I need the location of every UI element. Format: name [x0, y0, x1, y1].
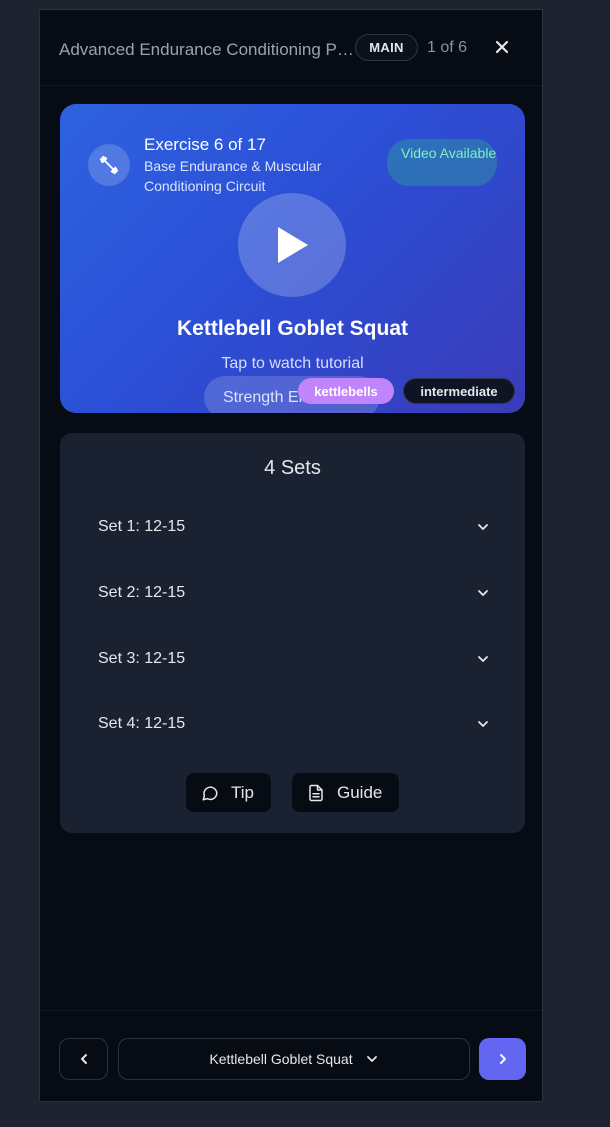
chevron-down-icon [366, 1056, 377, 1062]
next-button[interactable] [479, 1038, 526, 1080]
close-icon [495, 40, 509, 54]
tag-intermediate: intermediate [403, 378, 515, 404]
play-button[interactable] [238, 193, 346, 297]
sets-card: 4 Sets Set 1: 12-15 Set 2: 12-15 Set 3: … [60, 433, 525, 833]
chevron-down-icon [478, 524, 488, 530]
guide-label: Guide [337, 782, 383, 802]
exercise-count: Exercise 6 of 17 [144, 135, 266, 154]
previous-button[interactable] [59, 1038, 108, 1080]
set-row-4[interactable]: Set 4: 12-15 [98, 704, 490, 744]
guide-button[interactable]: Guide [292, 773, 399, 812]
set-label: Set 2: 12-15 [98, 584, 186, 601]
set-row-2[interactable]: Set 2: 12-15 [98, 573, 490, 613]
navigation-footer: Kettlebell Goblet Squat [40, 1010, 542, 1101]
set-row-3[interactable]: Set 3: 12-15 [98, 639, 490, 679]
chevron-down-icon [478, 721, 488, 727]
document-icon [309, 784, 323, 801]
chevron-right-icon [499, 1054, 506, 1064]
exercise-name: Kettlebell Goblet Squat [176, 317, 409, 340]
exercise-modal: Advanced Endurance Conditioning Program … [39, 9, 543, 1102]
set-label: Set 1: 12-15 [98, 518, 186, 535]
tap-hint: Tap to watch tutorial [221, 355, 364, 372]
circuit-name: Base Endurance & Muscular Conditioning C… [144, 158, 322, 194]
set-label: Set 3: 12-15 [98, 650, 186, 667]
main-badge: MAIN [355, 34, 418, 61]
message-circle-icon [202, 785, 218, 800]
play-icon [278, 227, 308, 263]
chevron-left-icon [80, 1054, 87, 1064]
modal-header: Advanced Endurance Conditioning Program … [40, 10, 542, 86]
chevron-down-icon [478, 590, 488, 596]
program-title: Advanced Endurance Conditioning Program [59, 40, 354, 59]
video-available-badge: Video Available [387, 139, 497, 186]
set-label: Set 4: 12-15 [98, 715, 186, 732]
tip-label: Tip [231, 782, 254, 802]
video-hero-card[interactable]: Exercise 6 of 17 Base Endurance & Muscul… [60, 104, 525, 413]
exercise-counter: 1 of 6 [427, 39, 468, 56]
tip-button[interactable]: Tip [186, 773, 271, 812]
chevron-down-icon [478, 656, 488, 662]
close-button[interactable] [490, 35, 514, 59]
tag-kettlebells: kettlebells [298, 378, 394, 404]
set-row-1[interactable]: Set 1: 12-15 [98, 507, 490, 547]
exercise-select[interactable]: Kettlebell Goblet Squat [118, 1038, 470, 1080]
selected-exercise-label: Kettlebell Goblet Squat [209, 1051, 353, 1067]
sets-title: 4 Sets [264, 457, 321, 479]
dumbbell-icon [88, 144, 130, 186]
